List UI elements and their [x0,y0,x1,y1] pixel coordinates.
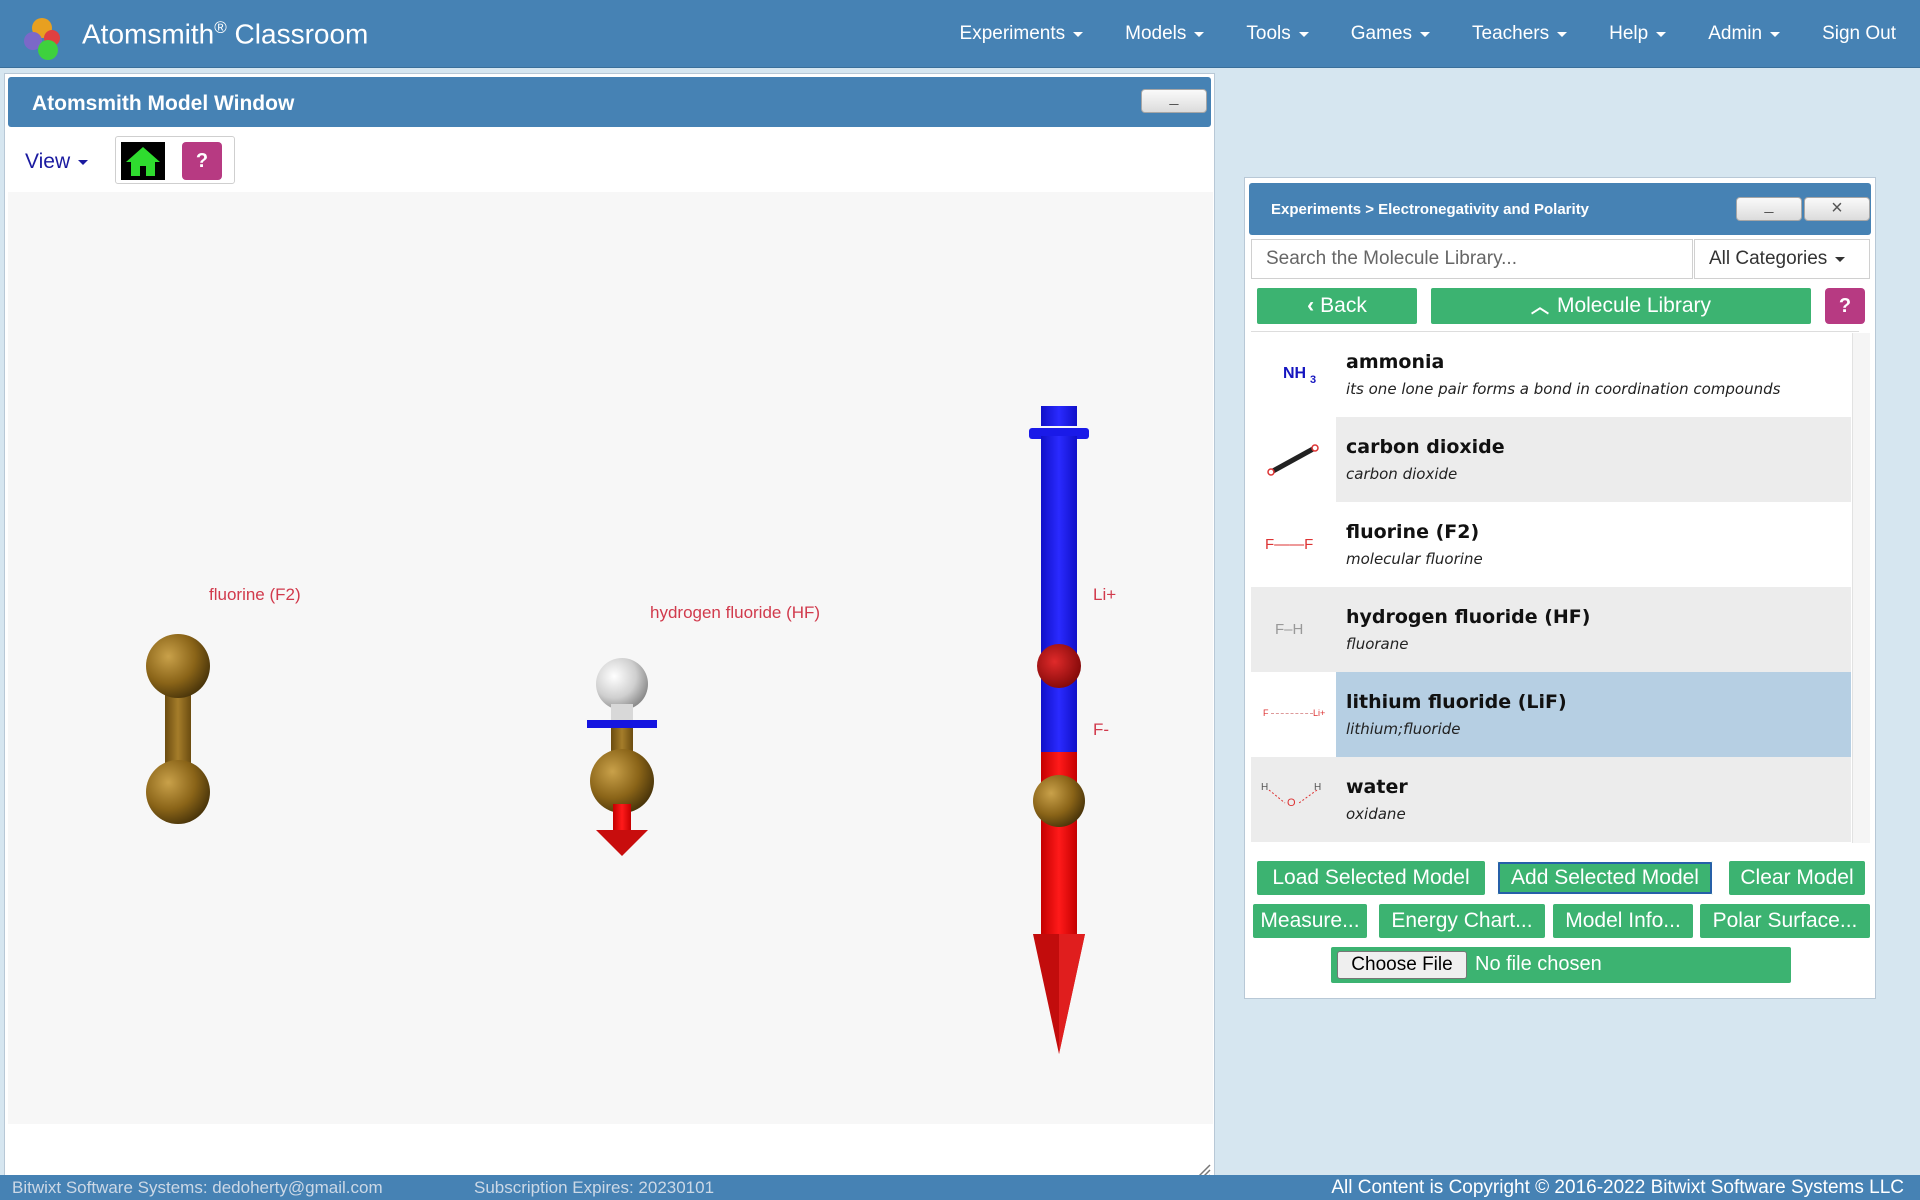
nav-admin[interactable]: Admin [1687,23,1801,45]
list-item[interactable]: NH 3 ammonia its one lone pair forms a b… [1251,332,1851,417]
carbon-dioxide-thumbnail [1251,417,1336,502]
hydrogen-fluoride-thumbnail: F–H [1251,587,1336,672]
library-header[interactable]: Experiments > Electronegativity and Pola… [1249,183,1871,235]
molecule-description: its one lone pair forms a bond in coordi… [1346,380,1781,398]
label-li-plus: Li+ [1093,585,1117,604]
library-help-button[interactable]: ? [1825,288,1865,324]
energy-chart-button[interactable]: Energy Chart... [1379,904,1545,938]
chevron-down-icon [1557,31,1568,37]
list-item[interactable]: F——F fluorine (F2) molecular fluorine [1251,502,1851,587]
water-thumbnail: H O H [1251,757,1336,842]
home-button[interactable] [121,142,165,180]
nav-tools[interactable]: Tools [1225,23,1329,45]
model-help-button[interactable]: ? [182,142,222,180]
nav-games[interactable]: Games [1330,23,1451,45]
molecule-library-button[interactable]: ︿ Molecule Library [1431,288,1811,324]
atomsmith-logo-icon[interactable] [22,16,66,60]
library-minimize-button[interactable]: _ [1736,197,1802,221]
chevron-down-icon [1656,31,1667,37]
molecule-3d-canvas[interactable]: fluorine (F2) hydrogen fluoride (HF) Li+… [8,192,1213,1124]
footer-subscription: Subscription Expires: 20230101 [474,1178,715,1197]
nav-sign-out[interactable]: Sign Out [1801,23,1920,45]
lithium-fluoride-dipole[interactable] [1029,406,1089,1054]
chevron-down-icon [1420,31,1431,37]
molecule-description: carbon dioxide [1346,465,1458,483]
fluorine-molecule[interactable] [146,634,210,824]
back-button[interactable]: ‹ Back [1257,288,1417,324]
chevron-down-icon [1194,31,1205,37]
chevron-down-icon [1770,31,1781,37]
breadcrumb[interactable]: Experiments > Electronegativity and Pola… [1271,201,1589,218]
molecule-description: fluorane [1346,635,1409,653]
fluorine-thumbnail: F——F [1251,502,1336,587]
chevron-left-icon: ‹ [1307,294,1315,317]
home-icon [126,147,160,176]
chevron-up-icon: ︿ [1530,297,1549,317]
brand-title[interactable]: Atomsmith® Classroom [82,18,368,50]
molecule-description: molecular fluorine [1346,550,1483,568]
molecule-name: ammonia [1346,351,1445,373]
molecule-list[interactable]: NH 3 ammonia its one lone pair forms a b… [1251,331,1859,843]
molecule-scene[interactable] [8,192,1213,1124]
load-selected-model-button[interactable]: Load Selected Model [1257,861,1485,895]
view-menu[interactable]: View [25,150,89,174]
lithium-fluoride-thumbnail: F Li+ [1251,672,1336,757]
file-upload: Choose File No file chosen [1331,947,1791,983]
molecule-name: water [1346,776,1408,798]
molecule-library-panel: Experiments > Electronegativity and Pola… [1244,177,1876,999]
molecule-name: hydrogen fluoride (HF) [1346,606,1591,628]
choose-file-button[interactable]: Choose File [1337,951,1467,979]
molecule-name: carbon dioxide [1346,436,1505,458]
label-f-minus: F- [1093,720,1110,739]
chevron-down-icon [1073,31,1084,37]
model-toolbar: ? [115,136,235,184]
chevron-down-icon [78,159,89,165]
measure-button[interactable]: Measure... [1253,904,1367,938]
nav-models[interactable]: Models [1104,23,1225,45]
file-status: No file chosen [1475,953,1602,975]
polar-surface-button[interactable]: Polar Surface... [1700,904,1870,938]
add-selected-model-button[interactable]: Add Selected Model [1497,861,1713,895]
top-navbar: Atomsmith® Classroom Experiments Models … [0,0,1920,68]
model-window-minimize-button[interactable]: _ [1141,89,1207,113]
molecule-name: lithium fluoride (LiF) [1346,691,1567,713]
molecule-search-input[interactable] [1251,239,1693,279]
molecule-description: lithium;fluoride [1346,720,1461,738]
list-item-selected[interactable]: F Li+ lithium fluoride (LiF) lithium;flu… [1251,672,1851,757]
footer: Bitwixt Software Systems: dedoherty@gmai… [0,1175,1920,1200]
footer-copyright: All Content is Copyright © 2016-2022 Bit… [1331,1177,1904,1198]
list-item[interactable]: carbon dioxide carbon dioxide [1251,417,1851,502]
nav-help[interactable]: Help [1588,23,1687,45]
chevron-down-icon [1298,31,1309,37]
model-window-title: Atomsmith Model Window [32,92,295,115]
library-close-button[interactable]: × [1804,197,1870,221]
hydrogen-fluoride-molecule[interactable] [587,658,657,856]
model-window-header[interactable]: Atomsmith Model Window _ [8,77,1211,127]
ammonia-thumbnail: NH 3 [1251,332,1336,417]
model-info-button[interactable]: Model Info... [1553,904,1693,938]
molecule-description: oxidane [1346,805,1406,823]
list-item[interactable]: H O H water oxidane [1251,757,1851,842]
label-hydrogen-fluoride: hydrogen fluoride (HF) [650,603,821,622]
molecule-name: fluorine (F2) [1346,521,1480,543]
molecule-list-scrollbar[interactable] [1852,333,1870,843]
label-fluorine: fluorine (F2) [209,585,301,604]
category-select[interactable]: All Categories [1694,239,1870,279]
main-nav: Experiments Models Tools Games Teachers … [939,0,1920,68]
chevron-down-icon [1835,256,1846,262]
nav-experiments[interactable]: Experiments [939,23,1105,45]
clear-model-button[interactable]: Clear Model [1729,861,1865,895]
nav-teachers[interactable]: Teachers [1451,23,1588,45]
model-window: Atomsmith Model Window _ View ? fluorine… [4,73,1215,1183]
footer-account: Bitwixt Software Systems: dedoherty@gmai… [12,1178,383,1197]
list-item[interactable]: F–H hydrogen fluoride (HF) fluorane [1251,587,1851,672]
